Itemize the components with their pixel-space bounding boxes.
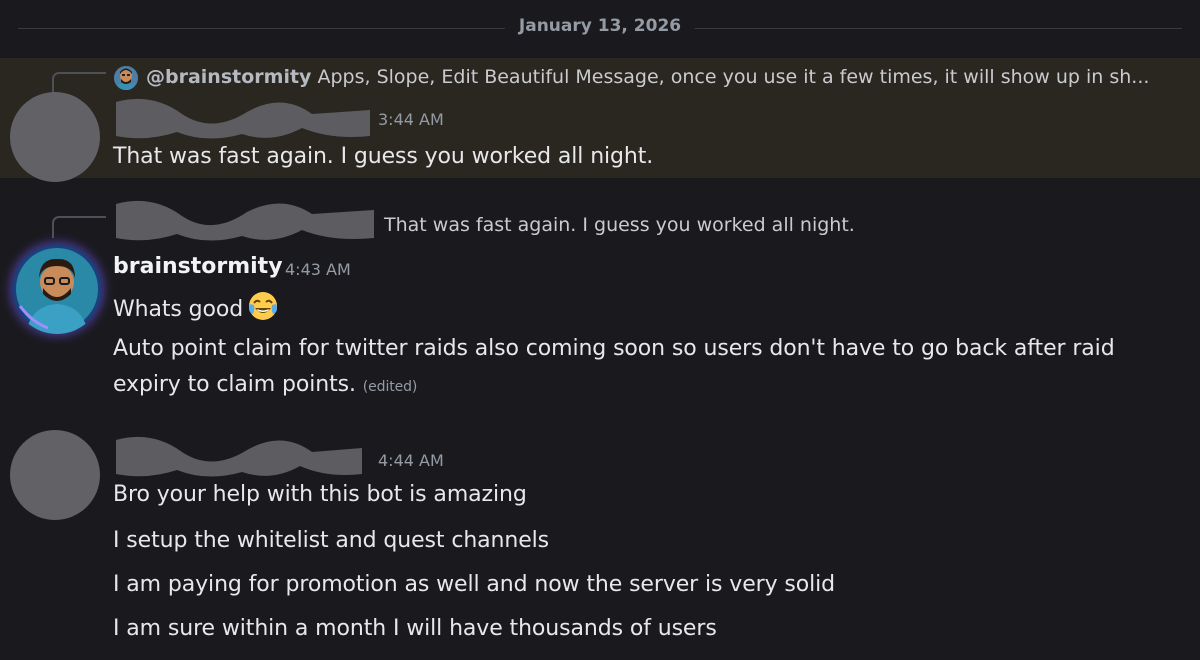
user-avatar-icon xyxy=(16,248,98,334)
redacted-avatar[interactable] xyxy=(10,92,100,182)
reply-avatar-icon xyxy=(114,66,138,90)
joy-emoji-icon[interactable] xyxy=(247,290,279,328)
chat-message-list: January 13, 2026 @brainstormity Apps, Sl… xyxy=(0,0,1200,660)
message-timestamp[interactable]: 4:43 AM xyxy=(285,260,351,279)
message-text-line: Whats good xyxy=(113,290,279,328)
message-text: I setup the whitelist and quest channels xyxy=(113,528,550,553)
edited-label: (edited) xyxy=(362,379,418,395)
reply-mention[interactable]: @brainstormity xyxy=(146,66,311,88)
message-text: I am sure within a month I will have tho… xyxy=(113,616,717,641)
message-timestamp[interactable]: 3:44 AM xyxy=(378,110,444,129)
reply-preview[interactable]: @brainstormity Apps, Slope, Edit Beautif… xyxy=(146,66,1149,88)
reply-avatar[interactable] xyxy=(114,66,138,90)
redacted-avatar[interactable] xyxy=(10,430,100,520)
message-text: I am paying for promotion as well and no… xyxy=(113,572,836,597)
redacted-reply-username xyxy=(116,200,374,241)
message-text: Auto point claim for twitter raids also … xyxy=(113,336,1115,361)
reply-preview-text: Apps, Slope, Edit Beautiful Message, onc… xyxy=(317,66,1150,88)
redacted-username xyxy=(116,98,370,139)
reply-spine xyxy=(52,72,106,94)
date-divider-label: January 13, 2026 xyxy=(504,16,696,36)
message-text: expiry to claim points. xyxy=(113,372,356,397)
reply-spine xyxy=(52,216,106,238)
message-timestamp[interactable]: 4:44 AM xyxy=(378,451,444,470)
redacted-username xyxy=(116,436,362,477)
message-text: Whats good xyxy=(113,297,244,322)
brainstormity-avatar[interactable] xyxy=(12,244,102,334)
message-username[interactable]: brainstormity xyxy=(113,254,283,279)
message-text: That was fast again. I guess you worked … xyxy=(113,144,654,169)
reply-preview-text[interactable]: That was fast again. I guess you worked … xyxy=(384,214,855,236)
message-text-line: expiry to claim points. (edited) xyxy=(113,372,417,397)
message-text: Bro your help with this bot is amazing xyxy=(113,482,527,507)
